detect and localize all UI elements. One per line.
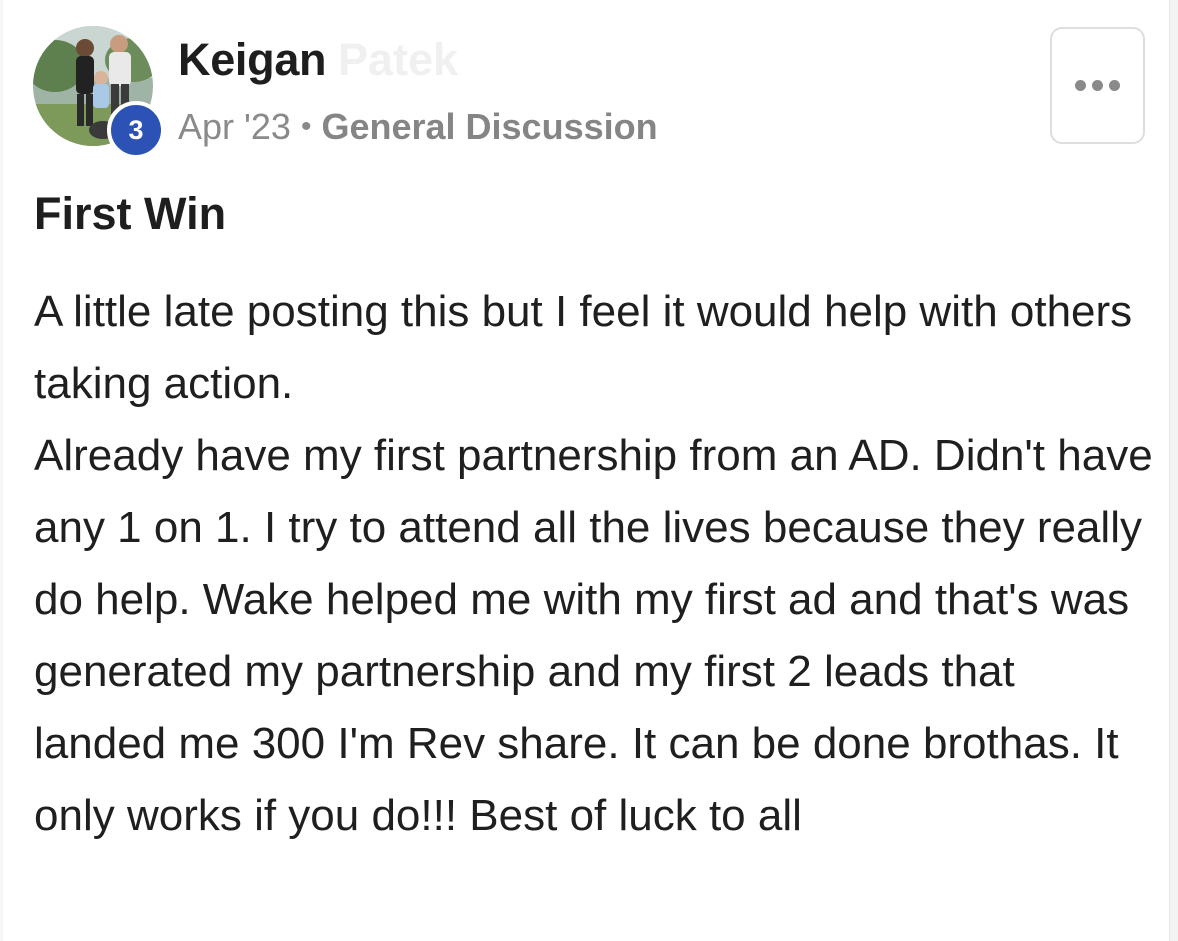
post-body: A little late posting this but I feel it… bbox=[34, 276, 1154, 852]
more-horizontal-icon-dot bbox=[1092, 80, 1103, 91]
scrollbar-track[interactable] bbox=[1169, 0, 1178, 941]
more-options-button[interactable] bbox=[1050, 27, 1145, 144]
author-avatar[interactable]: 3 bbox=[33, 26, 165, 159]
post-body-paragraph: Already have my first partnership from a… bbox=[34, 431, 1153, 840]
author-name[interactable]: Keigan bbox=[178, 34, 327, 86]
more-horizontal-icon-dot bbox=[1109, 80, 1120, 91]
more-horizontal-icon bbox=[1075, 80, 1086, 91]
post-category-link[interactable]: General Discussion bbox=[321, 106, 657, 148]
community-post: 3 Keigan Patek Apr '23 • General Discuss… bbox=[0, 0, 1170, 941]
post-meta: Apr '23 • General Discussion bbox=[178, 106, 658, 148]
post-body-paragraph: A little late posting this but I feel it… bbox=[34, 287, 1133, 408]
level-badge: 3 bbox=[107, 101, 165, 159]
post-title: First Win bbox=[34, 188, 227, 239]
author-surname-faint: Patek bbox=[338, 34, 459, 85]
meta-separator: • bbox=[300, 110, 312, 143]
post-date: Apr '23 bbox=[178, 106, 291, 147]
